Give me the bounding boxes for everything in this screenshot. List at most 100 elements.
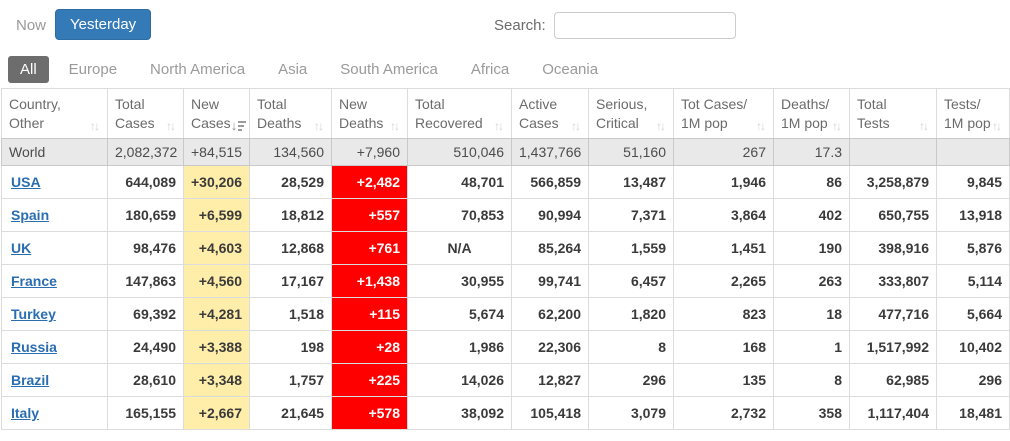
cell-new-cases: +84,515 (184, 139, 250, 166)
cell-name: Brazil (2, 364, 108, 397)
cell-deaths-per-1m: 1 (774, 331, 850, 364)
yesterday-button[interactable]: Yesterday (55, 9, 151, 40)
tab-asia[interactable]: Asia (265, 56, 320, 83)
sort-icon[interactable]: ↑↓ (756, 119, 766, 133)
cell-total-tests: 477,716 (850, 298, 937, 331)
col-header-total-recovered[interactable]: TotalRecovered↑↓ (408, 89, 512, 139)
sort-desc-icon[interactable]: ↓ (231, 118, 249, 133)
sort-icon[interactable]: ↑↓ (656, 119, 666, 133)
col-header-new-cases[interactable]: NewCases↓ (184, 89, 250, 139)
tab-north-america[interactable]: North America (137, 56, 258, 83)
cell-new-cases: +30,206 (184, 166, 250, 199)
cell-cases-per-1m: 3,864 (674, 199, 774, 232)
now-button[interactable]: Now (14, 13, 48, 38)
sort-icon[interactable]: ↑↓ (571, 119, 581, 133)
sort-icon[interactable]: ↑↓ (494, 119, 504, 133)
country-link-usa[interactable]: USA (11, 174, 41, 190)
cell-name: Turkey (2, 298, 108, 331)
cell-new-deaths: +2,482 (332, 166, 408, 199)
cell-tests-per-1m (937, 139, 1010, 166)
cell-total-tests: 398,916 (850, 232, 937, 265)
cell-new-deaths: +28 (332, 331, 408, 364)
cell-new-deaths: +761 (332, 232, 408, 265)
cell-total-cases: 24,490 (108, 331, 184, 364)
cell-name: UK (2, 232, 108, 265)
cell-name: Russia (2, 331, 108, 364)
cell-deaths-per-1m: 358 (774, 397, 850, 430)
cell-new-deaths: +557 (332, 199, 408, 232)
column-label: ActiveCases (519, 95, 559, 133)
country-link-france[interactable]: France (11, 273, 57, 289)
cell-new-deaths: +225 (332, 364, 408, 397)
cell-serious-critical: 7,371 (589, 199, 674, 232)
cell-deaths-per-1m: 18 (774, 298, 850, 331)
cell-tests-per-1m: 296 (937, 364, 1010, 397)
country-link-spain[interactable]: Spain (11, 207, 49, 223)
cell-serious-critical: 13,487 (589, 166, 674, 199)
country-link-turkey[interactable]: Turkey (11, 306, 56, 322)
col-header-serious-critical[interactable]: Serious,Critical ↑↓ (589, 89, 674, 139)
sort-icon[interactable]: ↑↓ (919, 119, 929, 133)
stats-table: Country,Other↑↓TotalCases↑↓NewCases↓Tota… (1, 88, 1010, 430)
cell-total-recovered: 14,026 (408, 364, 512, 397)
sort-icon[interactable]: ↑↓ (314, 119, 324, 133)
table-row-turkey: Turkey69,392+4,2811,518+1155,67462,2001,… (2, 298, 1010, 331)
tab-south-america[interactable]: South America (327, 56, 451, 83)
country-link-uk[interactable]: UK (11, 240, 31, 256)
country-link-russia[interactable]: Russia (11, 339, 57, 355)
col-header-active-cases[interactable]: ActiveCases ↑↓ (512, 89, 589, 139)
cell-new-cases: +3,348 (184, 364, 250, 397)
cell-deaths-per-1m: 8 (774, 364, 850, 397)
cell-total-recovered: 1,986 (408, 331, 512, 364)
col-header-new-deaths[interactable]: NewDeaths↑↓ (332, 89, 408, 139)
cell-total-recovered: 38,092 (408, 397, 512, 430)
cell-total-cases: 69,392 (108, 298, 184, 331)
column-label: Serious,Critical (596, 95, 647, 133)
cell-tests-per-1m: 5,876 (937, 232, 1010, 265)
col-header-total-deaths[interactable]: TotalDeaths ↑↓ (250, 89, 332, 139)
tab-europe[interactable]: Europe (56, 56, 130, 83)
sort-icon[interactable]: ↑↓ (90, 119, 100, 133)
tab-africa[interactable]: Africa (458, 56, 522, 83)
cell-total-deaths: 21,645 (250, 397, 332, 430)
cell-new-cases: +6,599 (184, 199, 250, 232)
sort-icon[interactable]: ↑↓ (166, 119, 176, 133)
cell-tests-per-1m: 5,664 (937, 298, 1010, 331)
cell-serious-critical: 51,160 (589, 139, 674, 166)
col-header-total-tests[interactable]: TotalTests↑↓ (850, 89, 937, 139)
column-label: TotalCases (115, 95, 155, 133)
cell-cases-per-1m: 1,451 (674, 232, 774, 265)
tab-oceania[interactable]: Oceania (529, 56, 611, 83)
cell-new-deaths: +115 (332, 298, 408, 331)
cell-total-recovered: 30,955 (408, 265, 512, 298)
column-label: TotalDeaths (257, 95, 301, 133)
table-row-france: France147,863+4,56017,167+1,43830,95599,… (2, 265, 1010, 298)
cell-total-tests (850, 139, 937, 166)
cell-total-cases: 165,155 (108, 397, 184, 430)
world-row: World2,082,372+84,515134,560+7,960510,04… (2, 139, 1010, 166)
column-label: Tests/1M pop (944, 95, 991, 133)
cell-deaths-per-1m: 402 (774, 199, 850, 232)
col-header-tot-cases-1m-pop[interactable]: Tot Cases/1M pop↑↓ (674, 89, 774, 139)
col-header-deaths-1m-pop[interactable]: Deaths/1M pop↑↓ (774, 89, 850, 139)
sort-icon[interactable]: ↑↓ (390, 119, 400, 133)
cell-active-cases: 12,827 (512, 364, 589, 397)
cell-total-deaths: 28,529 (250, 166, 332, 199)
sort-icon[interactable]: ↑↓ (832, 119, 842, 133)
sort-icon[interactable]: ↑↓ (992, 119, 1002, 133)
cell-total-cases: 180,659 (108, 199, 184, 232)
search-input[interactable] (554, 12, 736, 39)
cell-total-cases: 28,610 (108, 364, 184, 397)
table-row-uk: UK98,476+4,60312,868+761N/A85,2641,5591,… (2, 232, 1010, 265)
cell-name: Italy (2, 397, 108, 430)
cell-total-tests: 333,807 (850, 265, 937, 298)
column-label: Deaths/1M pop (781, 95, 829, 133)
country-link-italy[interactable]: Italy (11, 405, 39, 421)
cell-serious-critical: 1,559 (589, 232, 674, 265)
col-header-country-other[interactable]: Country,Other↑↓ (2, 89, 108, 139)
col-header-total-cases[interactable]: TotalCases ↑↓ (108, 89, 184, 139)
tab-all[interactable]: All (8, 56, 49, 83)
col-header-tests-1m-pop[interactable]: Tests/1M pop↑↓ (937, 89, 1010, 139)
country-link-brazil[interactable]: Brazil (11, 372, 49, 388)
cell-name: World (2, 139, 108, 166)
